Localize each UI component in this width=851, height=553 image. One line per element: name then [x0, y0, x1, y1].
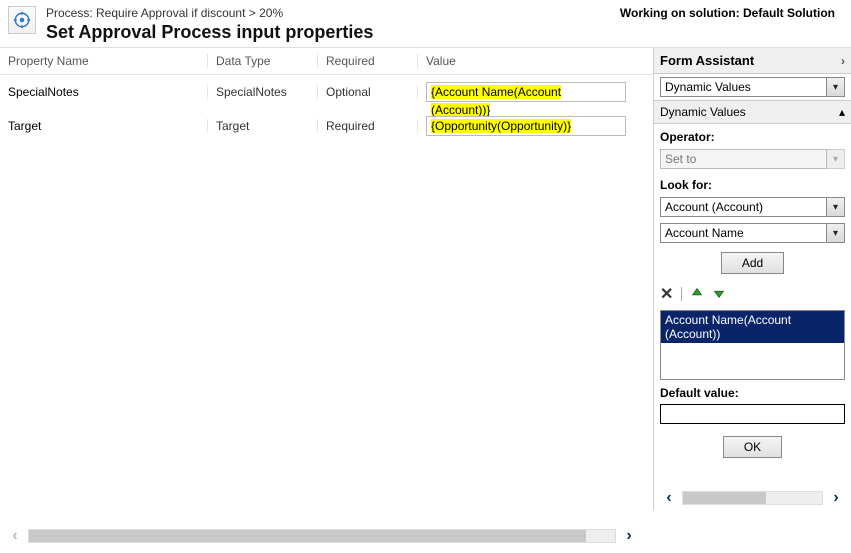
move-up-icon[interactable]	[690, 286, 704, 303]
collapse-icon: ▴	[839, 105, 845, 119]
property-required: Optional	[318, 85, 418, 99]
scroll-left-icon[interactable]: ‹	[660, 490, 678, 506]
lookfor-entity-select[interactable]: Account (Account)	[660, 197, 827, 217]
dropdown-button[interactable]: ▾	[827, 77, 845, 97]
ok-button[interactable]: OK	[723, 436, 782, 458]
lookfor-label: Look for:	[654, 172, 851, 194]
separator	[681, 287, 682, 301]
add-button[interactable]: Add	[721, 252, 784, 274]
col-value: Value	[418, 54, 653, 68]
scroll-right-icon[interactable]: ›	[827, 490, 845, 506]
default-value-input[interactable]	[660, 404, 845, 424]
assistant-mode-select[interactable]: Dynamic Values	[660, 77, 827, 97]
property-value-input[interactable]: {Opportunity(Opportunity)}	[426, 116, 626, 136]
scroll-track[interactable]	[28, 529, 616, 543]
remove-icon[interactable]: ✕	[660, 284, 673, 304]
process-label: Process: Require Approval if discount > …	[46, 6, 620, 20]
scroll-thumb[interactable]	[683, 492, 766, 504]
dropdown-button: ▾	[827, 149, 845, 169]
col-required: Required	[318, 54, 418, 68]
dropdown-button[interactable]: ▾	[827, 223, 845, 243]
property-row: Target Target Required {Opportunity(Oppo…	[0, 109, 653, 143]
form-assistant-title: Form Assistant	[660, 53, 754, 68]
property-name: Target	[8, 119, 208, 133]
operator-label: Operator:	[654, 124, 851, 146]
operator-select: Set to	[660, 149, 827, 169]
dynamic-values-section[interactable]: Dynamic Values ▴	[654, 100, 851, 124]
scroll-left-icon[interactable]: ‹	[6, 528, 24, 544]
scroll-thumb[interactable]	[29, 530, 586, 542]
process-icon	[8, 6, 36, 34]
selected-values-list[interactable]: Account Name(Account (Account))	[660, 310, 845, 380]
property-type: Target	[208, 119, 318, 133]
col-data-type: Data Type	[208, 54, 318, 68]
scroll-right-icon[interactable]: ›	[620, 528, 638, 544]
move-down-icon[interactable]	[712, 286, 726, 303]
chevron-right-icon: ›	[841, 54, 845, 68]
lookfor-attribute-select[interactable]: Account Name	[660, 223, 827, 243]
default-value-label: Default value:	[654, 380, 851, 402]
scroll-track[interactable]	[682, 491, 823, 505]
col-property-name: Property Name	[8, 54, 208, 68]
list-item[interactable]: Account Name(Account (Account))	[661, 311, 844, 343]
property-value-input[interactable]: {Account Name(Account (Account))}	[426, 82, 626, 102]
column-headers: Property Name Data Type Required Value	[0, 48, 653, 75]
solution-label: Working on solution: Default Solution	[620, 6, 843, 20]
property-type: SpecialNotes	[208, 85, 318, 99]
dropdown-button[interactable]: ▾	[827, 197, 845, 217]
property-row: SpecialNotes SpecialNotes Optional {Acco…	[0, 75, 653, 109]
property-name: SpecialNotes	[8, 85, 208, 99]
form-assistant-header[interactable]: Form Assistant ›	[654, 48, 851, 74]
property-required: Required	[318, 119, 418, 133]
page-title: Set Approval Process input properties	[46, 22, 620, 43]
